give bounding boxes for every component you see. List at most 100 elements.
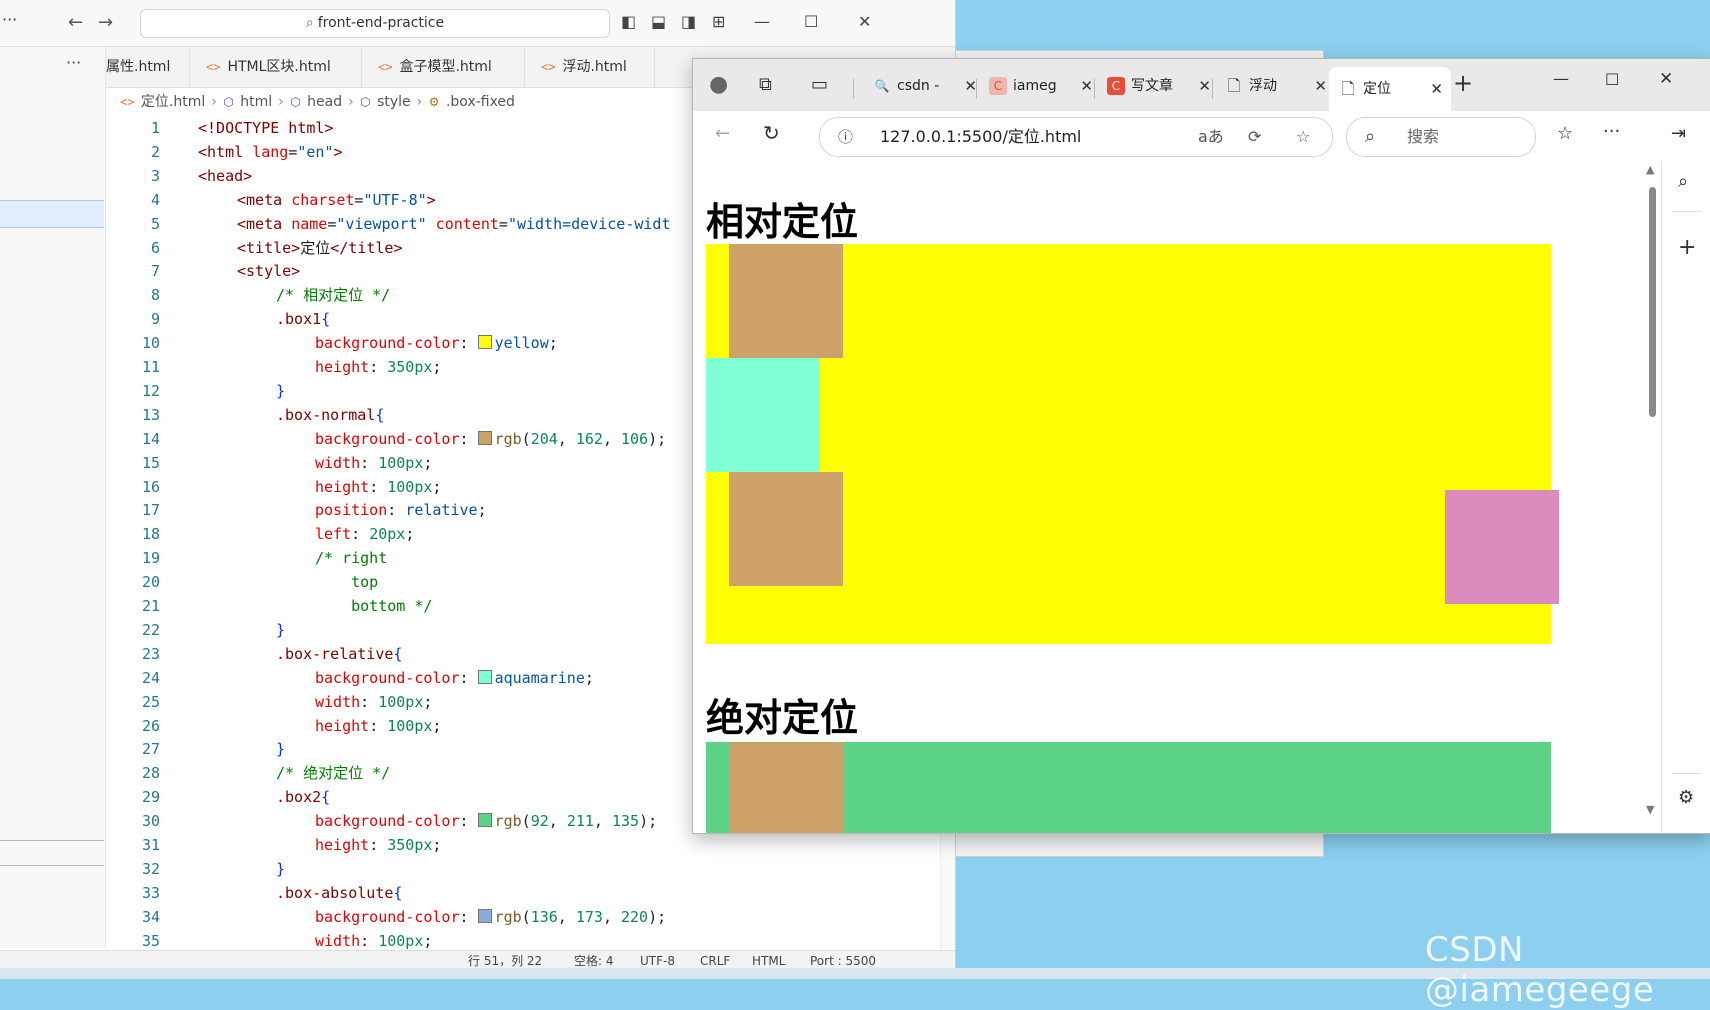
code-line: 34 background-color: rgb(136, 173, 220);: [141, 907, 667, 926]
close-tab-icon[interactable]: ✕: [1080, 69, 1093, 103]
watermark: CSDN @iamegeege: [1425, 930, 1655, 1010]
search-icon[interactable]: ⌕: [1678, 171, 1688, 192]
tab-box-model[interactable]: <> 盒子模型.html: [362, 47, 525, 87]
search-placeholder: 搜索: [1407, 127, 1440, 146]
profile-icon[interactable]: ●: [709, 72, 728, 97]
scroll-down-icon[interactable]: ▼: [1646, 803, 1654, 816]
sidebar-more-icon[interactable]: ···: [66, 53, 81, 72]
chevron-right-icon: ›: [416, 94, 423, 110]
chevron-right-icon: ›: [348, 94, 354, 110]
close-tab-icon[interactable]: ✕: [1430, 67, 1443, 111]
code-line: 35 width: 100px;: [141, 931, 433, 950]
tab-separator: [976, 79, 977, 99]
web-search-box[interactable]: ⌕ 搜索: [1346, 117, 1536, 157]
tab-html-blocks[interactable]: <> HTML区块.html: [190, 47, 362, 87]
browser-tab-csdn[interactable]: 🔍 csdn - ✕: [863, 69, 985, 103]
minimize-icon[interactable]: —: [754, 12, 770, 31]
html-file-icon: <>: [120, 95, 135, 109]
tab-float[interactable]: <> 浮动.html: [525, 47, 655, 87]
sidebar-divider: [0, 865, 104, 866]
breadcrumb-html[interactable]: html: [240, 94, 272, 110]
page-favicon-icon: 🗋: [1341, 79, 1355, 98]
sidebar-divider: [1672, 773, 1702, 774]
reload-icon[interactable]: ↻: [763, 121, 780, 145]
breadcrumb-rule[interactable]: .box-fixed: [446, 94, 515, 110]
add-icon[interactable]: +: [1678, 235, 1696, 260]
box-relative: [706, 358, 820, 472]
scrollbar-thumb[interactable]: [1649, 187, 1656, 417]
settings-more-icon[interactable]: ···: [1603, 121, 1620, 142]
chevron-right-icon: ›: [211, 94, 217, 110]
close-tab-icon[interactable]: ✕: [1198, 69, 1211, 103]
csdn-favicon-icon: C: [989, 77, 1007, 95]
read-aloud-icon[interactable]: aあ: [1198, 118, 1224, 156]
breadcrumb-style[interactable]: style: [377, 94, 411, 110]
toggle-sidebar-icon[interactable]: ◧: [621, 12, 636, 31]
code-line: 33 .box-absolute{: [141, 883, 403, 902]
color-swatch[interactable]: [477, 908, 492, 923]
gear-icon[interactable]: ⚙: [1678, 787, 1694, 808]
html-file-icon: <>: [378, 60, 393, 74]
tab-separator: [1094, 79, 1095, 99]
customize-layout-icon[interactable]: ⊞: [712, 12, 725, 31]
forward-arrow-icon[interactable]: →: [98, 12, 113, 33]
csdn-favicon-icon: C: [1107, 77, 1125, 95]
refresh-sync-icon[interactable]: ⟳: [1248, 118, 1261, 156]
close-icon[interactable]: ✕: [858, 12, 871, 31]
selected-file-row[interactable]: [0, 200, 104, 228]
element-icon: ⬡: [223, 95, 234, 109]
toggle-secondary-sidebar-icon[interactable]: ◨: [681, 12, 696, 31]
color-swatch[interactable]: [477, 813, 492, 828]
heading-absolute-positioning: 绝对定位: [706, 696, 859, 740]
search-favicon-icon: 🔍: [874, 79, 890, 93]
close-icon[interactable]: ✕: [1659, 69, 1673, 89]
back-arrow-icon[interactable]: ←: [68, 12, 83, 33]
menu-more-icon[interactable]: ···: [2, 10, 17, 29]
tab-actions-icon[interactable]: ▭: [811, 74, 828, 95]
command-center-search[interactable]: ⌕ front-end-practice: [140, 9, 610, 38]
tab-properties-html[interactable]: 属性.html: [106, 47, 190, 87]
element-icon: ⬡: [290, 95, 301, 109]
address-bar[interactable]: ⓘ 127.0.0.1:5500/定位.html aあ ⟳ ☆: [819, 117, 1333, 157]
heading-relative-positioning: 相对定位: [706, 200, 859, 244]
browser-window: ● ⧉ ▭ 🔍 csdn - ✕ Ciameg ✕ C 写文章 ✕ 🗋 浮动 ✕ 🗋 定位 ✕ +…: [692, 58, 1710, 834]
box-pink: [1445, 490, 1559, 604]
tab-separator: [853, 79, 854, 99]
element-icon: ⬡: [360, 95, 371, 109]
sidebar-divider: [1672, 211, 1702, 212]
info-icon[interactable]: ⓘ: [838, 118, 853, 156]
sidebar-toggle-icon[interactable]: ⇥: [1671, 123, 1686, 144]
browser-toolbar: ← ↻ ⓘ 127.0.0.1:5500/定位.html aあ ⟳ ☆ ⌕ 搜索…: [693, 111, 1710, 162]
maximize-icon[interactable]: ☐: [1605, 70, 1619, 89]
maximize-icon[interactable]: ☐: [804, 12, 818, 31]
selector-icon: ⚙: [428, 95, 440, 109]
page-scrollbar[interactable]: ▲ ▼: [1643, 161, 1661, 833]
color-swatch[interactable]: [477, 669, 492, 684]
explorer-sidebar: ···: [0, 47, 106, 949]
browser-tab-iameg[interactable]: Ciameg ✕: [981, 69, 1101, 103]
browser-tab-float[interactable]: 🗋 浮动 ✕: [1217, 69, 1335, 103]
back-arrow-icon[interactable]: ←: [715, 123, 730, 144]
scroll-up-icon[interactable]: ▲: [1646, 163, 1654, 176]
search-icon: ⌕: [1365, 126, 1376, 147]
browser-tab-write-article[interactable]: C 写文章 ✕: [1099, 69, 1219, 103]
code-line: 32}: [141, 859, 286, 878]
search-icon: ⌕: [305, 15, 314, 31]
toggle-panel-icon[interactable]: ⬓: [651, 12, 666, 31]
sidebar-divider: [0, 840, 104, 841]
minimize-icon[interactable]: —: [1553, 69, 1569, 88]
favorite-star-icon[interactable]: ☆: [1296, 118, 1310, 156]
collections-icon[interactable]: ⧉: [759, 74, 772, 95]
breadcrumb-file[interactable]: 定位.html: [141, 94, 205, 110]
close-tab-icon[interactable]: ✕: [1314, 69, 1327, 103]
html-file-icon: <>: [541, 60, 556, 74]
address-text: 127.0.0.1:5500/定位.html: [880, 127, 1082, 146]
favorites-icon[interactable]: ☆: [1557, 123, 1573, 144]
new-tab-button[interactable]: +: [1453, 69, 1473, 97]
color-swatch[interactable]: [477, 335, 492, 350]
color-swatch[interactable]: [477, 430, 492, 445]
box-normal-3: [729, 742, 843, 833]
breadcrumb-head[interactable]: head: [307, 94, 342, 110]
browser-tab-positioning[interactable]: 🗋 定位 ✕: [1329, 67, 1451, 111]
browser-tab-strip: ● ⧉ ▭ 🔍 csdn - ✕ Ciameg ✕ C 写文章 ✕ 🗋 浮动 ✕ 🗋 定位 ✕ +…: [693, 59, 1710, 111]
